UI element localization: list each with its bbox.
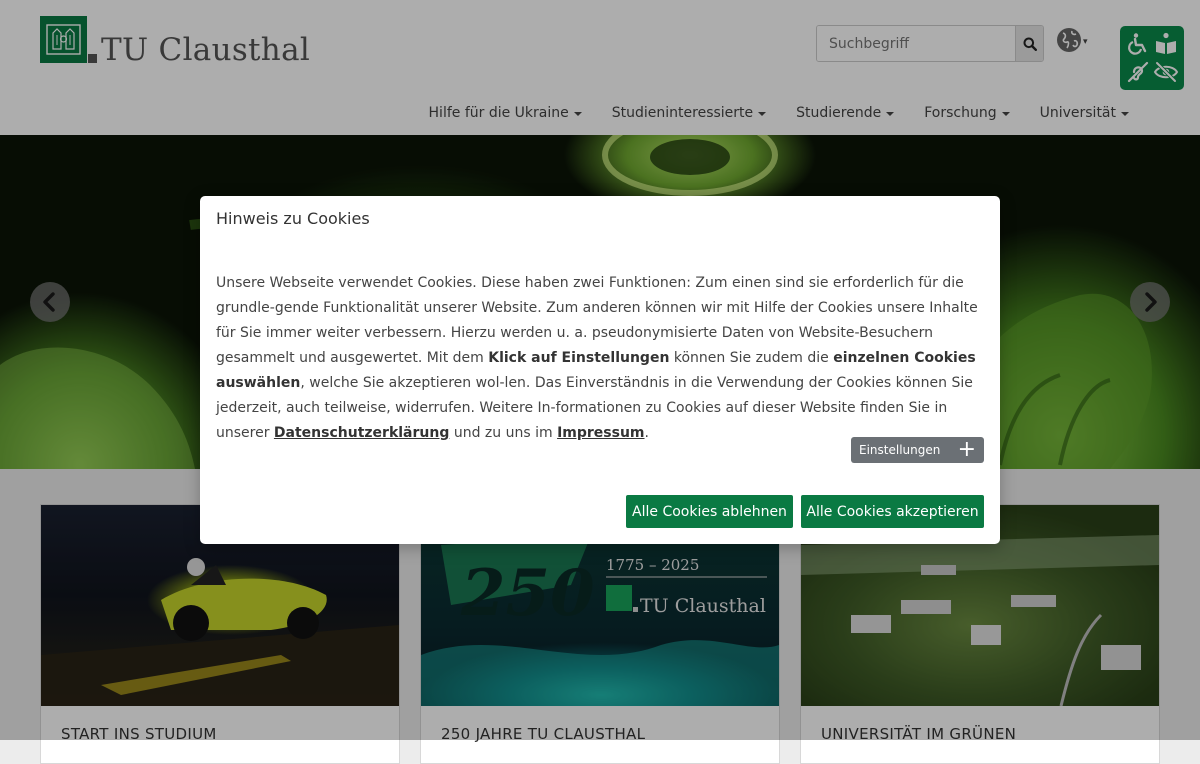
accept-all-cookies-button[interactable]: Alle Cookies akzeptieren: [801, 495, 984, 528]
imprint-link[interactable]: Impressum: [557, 425, 644, 441]
privacy-policy-link[interactable]: Datenschutzerklärung: [274, 425, 449, 441]
cookie-text-emphasis: Klick auf Einstellungen: [488, 350, 670, 366]
cookie-text-part: und zu uns im: [449, 425, 558, 441]
cookie-dialog-text: Unsere Webseite verwendet Cookies. Diese…: [216, 271, 986, 446]
cookie-text-part: können Sie zudem die: [669, 350, 834, 366]
cookie-text-part: .: [644, 425, 649, 441]
plus-icon: +: [957, 437, 976, 462]
cookie-settings-button[interactable]: Einstellungen +: [851, 437, 984, 463]
cookie-dialog-title: Hinweis zu Cookies: [216, 209, 370, 228]
decline-all-cookies-button[interactable]: Alle Cookies ablehnen: [626, 495, 793, 528]
settings-button-label: Einstellungen: [859, 443, 941, 457]
cookie-dialog: Hinweis zu Cookies Unsere Webseite verwe…: [200, 196, 1000, 544]
